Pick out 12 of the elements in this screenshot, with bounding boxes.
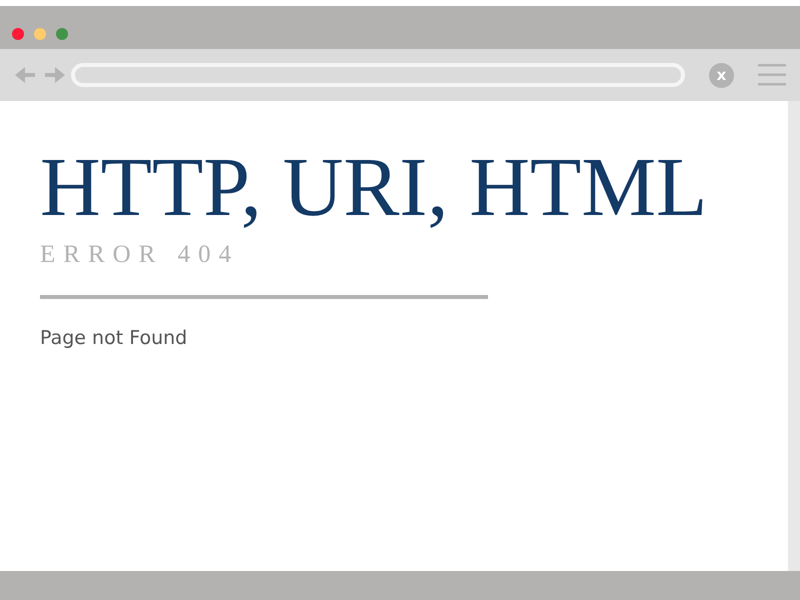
close-button[interactable]: x xyxy=(709,62,734,88)
window-control[interactable] xyxy=(56,28,68,40)
window-control[interactable] xyxy=(34,28,46,40)
error-message: Page not Found xyxy=(40,327,188,349)
window-control[interactable] xyxy=(12,28,24,40)
scrollbar[interactable] xyxy=(788,101,800,571)
error-code: ERROR 404 xyxy=(40,241,240,269)
page-title: HTTP, URI, HTML xyxy=(40,141,708,235)
address-bar[interactable] xyxy=(71,63,685,87)
back-arrow-icon[interactable] xyxy=(15,67,37,83)
menu-icon[interactable] xyxy=(758,64,786,86)
forward-arrow-icon[interactable] xyxy=(45,67,67,83)
